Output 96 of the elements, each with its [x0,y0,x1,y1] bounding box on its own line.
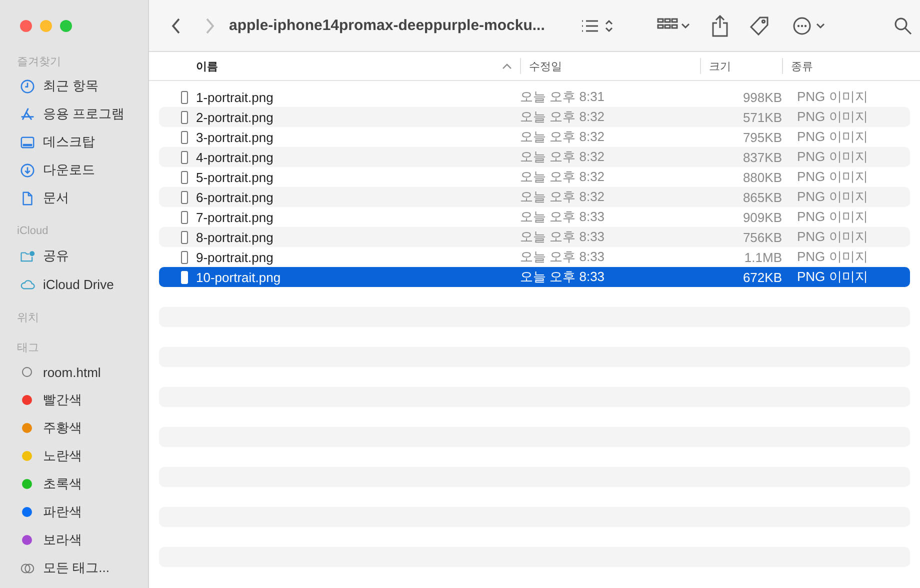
modified-date: 오늘 오후 8:32 [520,128,606,146]
file-size: 672KB [742,270,782,284]
column-header[interactable]: 이름 [196,58,218,74]
file-size: 880KB [742,170,782,184]
file-row[interactable]: 5-portrait.png 오늘 오후 8:32 880KB PNG 이미지 [159,167,910,187]
file-size: 1.1MB [743,250,782,264]
search-button[interactable] [894,16,912,34]
modified-date: 오늘 오후 8:33 [520,248,606,266]
file-thumbnail-icon [181,210,188,224]
modified-date: 오늘 오후 8:31 [520,88,606,106]
file-kind: PNG 이미지 [796,88,869,106]
file-thumbnail-icon [181,90,188,104]
sidebar-section-header: 즐겨찾기 [16,54,62,70]
file-name: 10-portrait.png [196,270,282,284]
sidebar-item[interactable]: 최근 항목 [43,77,99,95]
sidebar-section-header: 태그 [16,340,40,356]
sidebar-section-header: 위치 [16,310,40,326]
shared-folder-icon [20,248,35,264]
download-icon [20,162,35,178]
file-size: 837KB [742,150,782,164]
sidebar-tag[interactable]: 빨간색 [43,391,82,409]
file-row[interactable]: 10-portrait.png 오늘 오후 8:33 672KB PNG 이미지 [159,267,910,287]
column-header[interactable]: 종류 [791,58,813,74]
file-kind: PNG 이미지 [796,248,869,266]
file-name: 6-portrait.png [196,190,274,204]
file-kind: PNG 이미지 [796,188,869,206]
file-thumbnail-icon [181,130,188,144]
file-name: 7-portrait.png [196,210,274,224]
sidebar-section-header: iCloud [16,224,50,239]
file-thumbnail-icon [181,230,188,244]
window-title: apple-iphone14promax-deeppurple-mocku... [229,17,546,34]
column-header[interactable]: 수정일 [529,58,562,74]
file-size: 795KB [742,130,782,144]
sidebar-item[interactable]: 문서 [43,189,69,207]
sidebar-item[interactable]: 모든 태그... [43,559,110,577]
file-thumbnail-icon [181,110,188,124]
modified-date: 오늘 오후 8:33 [520,268,606,286]
sidebar-item[interactable]: iCloud Drive [43,276,114,292]
tag-button[interactable] [749,16,769,36]
file-row[interactable]: 9-portrait.png 오늘 오후 8:33 1.1MB PNG 이미지 [159,247,910,267]
file-name: 3-portrait.png [196,130,274,144]
back-button[interactable] [171,18,181,34]
more-button[interactable] [793,16,827,36]
file-kind: PNG 이미지 [796,148,869,166]
modified-date: 오늘 오후 8:32 [520,108,606,126]
file-size: 998KB [742,90,782,104]
file-name: 1-portrait.png [196,90,274,104]
file-thumbnail-icon [181,150,188,164]
file-kind: PNG 이미지 [796,268,869,286]
file-thumbnail-icon [181,270,188,284]
clock-icon [20,78,35,94]
file-row[interactable]: 7-portrait.png 오늘 오후 8:33 909KB PNG 이미지 [159,207,910,227]
app-store-icon [20,106,35,122]
file-kind: PNG 이미지 [796,228,869,246]
file-row[interactable]: 1-portrait.png 오늘 오후 8:31 998KB PNG 이미지 [159,87,910,107]
modified-date: 오늘 오후 8:32 [520,188,606,206]
file-size: 756KB [742,230,782,244]
file-name: 5-portrait.png [196,170,274,184]
file-kind: PNG 이미지 [796,168,869,186]
sidebar-tag[interactable]: 주황색 [43,419,82,437]
file-row[interactable]: 2-portrait.png 오늘 오후 8:32 571KB PNG 이미지 [159,107,910,127]
modified-date: 오늘 오후 8:32 [520,148,606,166]
document-icon [20,190,35,206]
file-size: 865KB [742,190,782,204]
sidebar-item[interactable]: 응용 프로그램 [43,105,125,123]
column-header[interactable]: 크기 [709,58,731,74]
file-name: 9-portrait.png [196,250,274,264]
sidebar-item[interactable]: 공유 [43,247,69,265]
sidebar-tag[interactable]: 초록색 [43,475,82,493]
file-kind: PNG 이미지 [796,208,869,226]
modified-date: 오늘 오후 8:33 [520,208,606,226]
file-size: 909KB [742,210,782,224]
file-thumbnail-icon [181,170,188,184]
file-thumbnail-icon [181,190,188,204]
file-kind: PNG 이미지 [796,128,869,146]
desktop-icon [20,134,35,150]
tag-ring-icon [22,367,32,377]
share-button[interactable] [711,14,729,36]
sidebar-tag[interactable]: 노란색 [43,447,82,465]
file-thumbnail-icon [181,250,188,264]
file-row[interactable]: 4-portrait.png 오늘 오후 8:32 837KB PNG 이미지 [159,147,910,167]
file-row[interactable]: 6-portrait.png 오늘 오후 8:32 865KB PNG 이미지 [159,187,910,207]
sidebar-tag[interactable]: 파란색 [43,503,82,521]
sidebar-item[interactable]: 다운로드 [43,161,95,179]
file-size: 571KB [742,110,782,124]
sidebar-tag[interactable]: room.html [43,364,101,380]
modified-date: 오늘 오후 8:33 [520,228,606,246]
sidebar-tag[interactable]: 보라색 [43,531,82,549]
file-row[interactable]: 8-portrait.png 오늘 오후 8:33 756KB PNG 이미지 [159,227,910,247]
file-name: 2-portrait.png [196,110,274,124]
file-name: 4-portrait.png [196,150,274,164]
modified-date: 오늘 오후 8:32 [520,168,606,186]
file-name: 8-portrait.png [196,230,274,244]
file-kind: PNG 이미지 [796,108,869,126]
sidebar-item[interactable]: 데스크탑 [43,133,95,151]
file-row[interactable]: 3-portrait.png 오늘 오후 8:32 795KB PNG 이미지 [159,127,910,147]
